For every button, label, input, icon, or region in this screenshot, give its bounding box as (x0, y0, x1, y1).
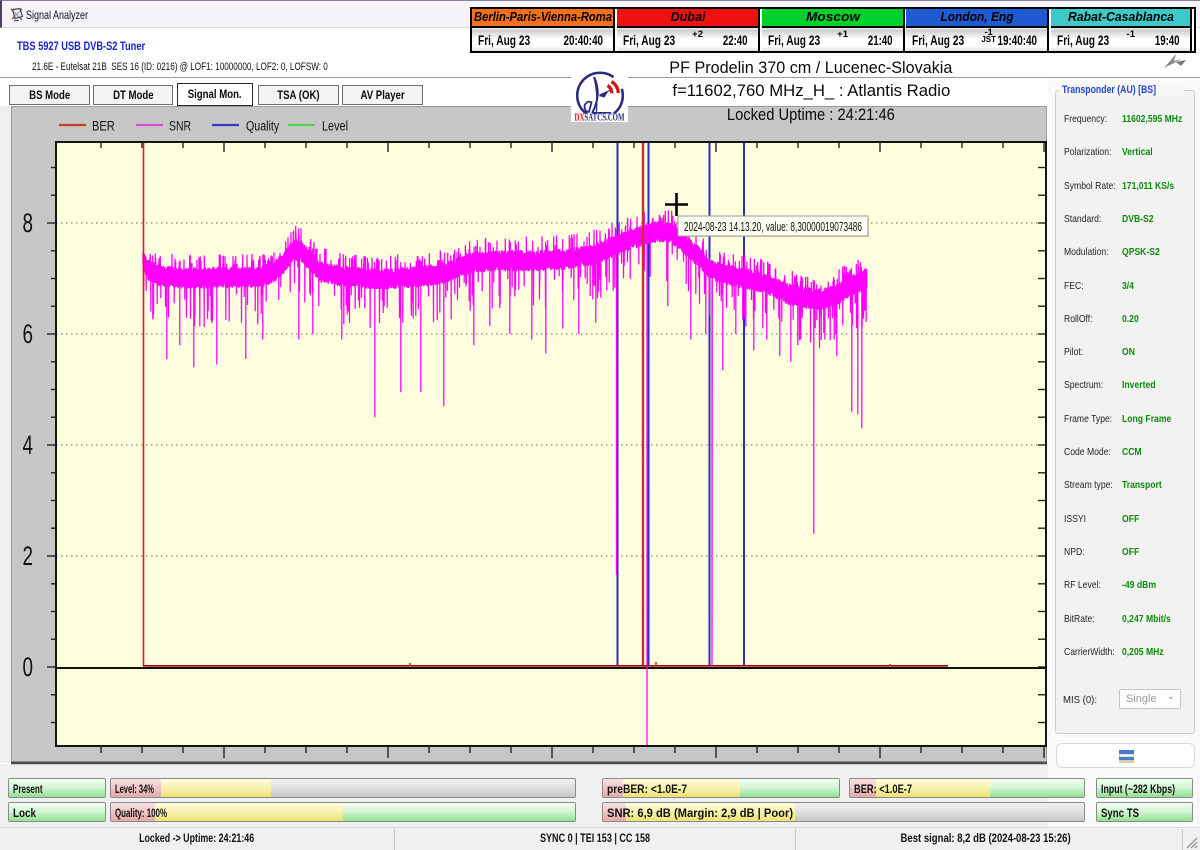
svg-text:Level: Level (322, 119, 348, 134)
svg-text:DXSATCS.COM: DXSATCS.COM (575, 113, 625, 123)
svg-text:0: 0 (23, 652, 34, 682)
svg-text:Quality: Quality (246, 119, 279, 134)
svg-text:4: 4 (23, 430, 34, 460)
svg-text:2: 2 (23, 541, 34, 571)
svg-text:2024-08-23 14.13.20, value: 8,: 2024-08-23 14.13.20, value: 8,3000001907… (684, 219, 862, 234)
svg-text:BER: BER (92, 119, 115, 134)
svg-text:SNR: SNR (169, 119, 191, 134)
svg-text:8: 8 (23, 208, 34, 238)
svg-text:6: 6 (23, 319, 34, 349)
